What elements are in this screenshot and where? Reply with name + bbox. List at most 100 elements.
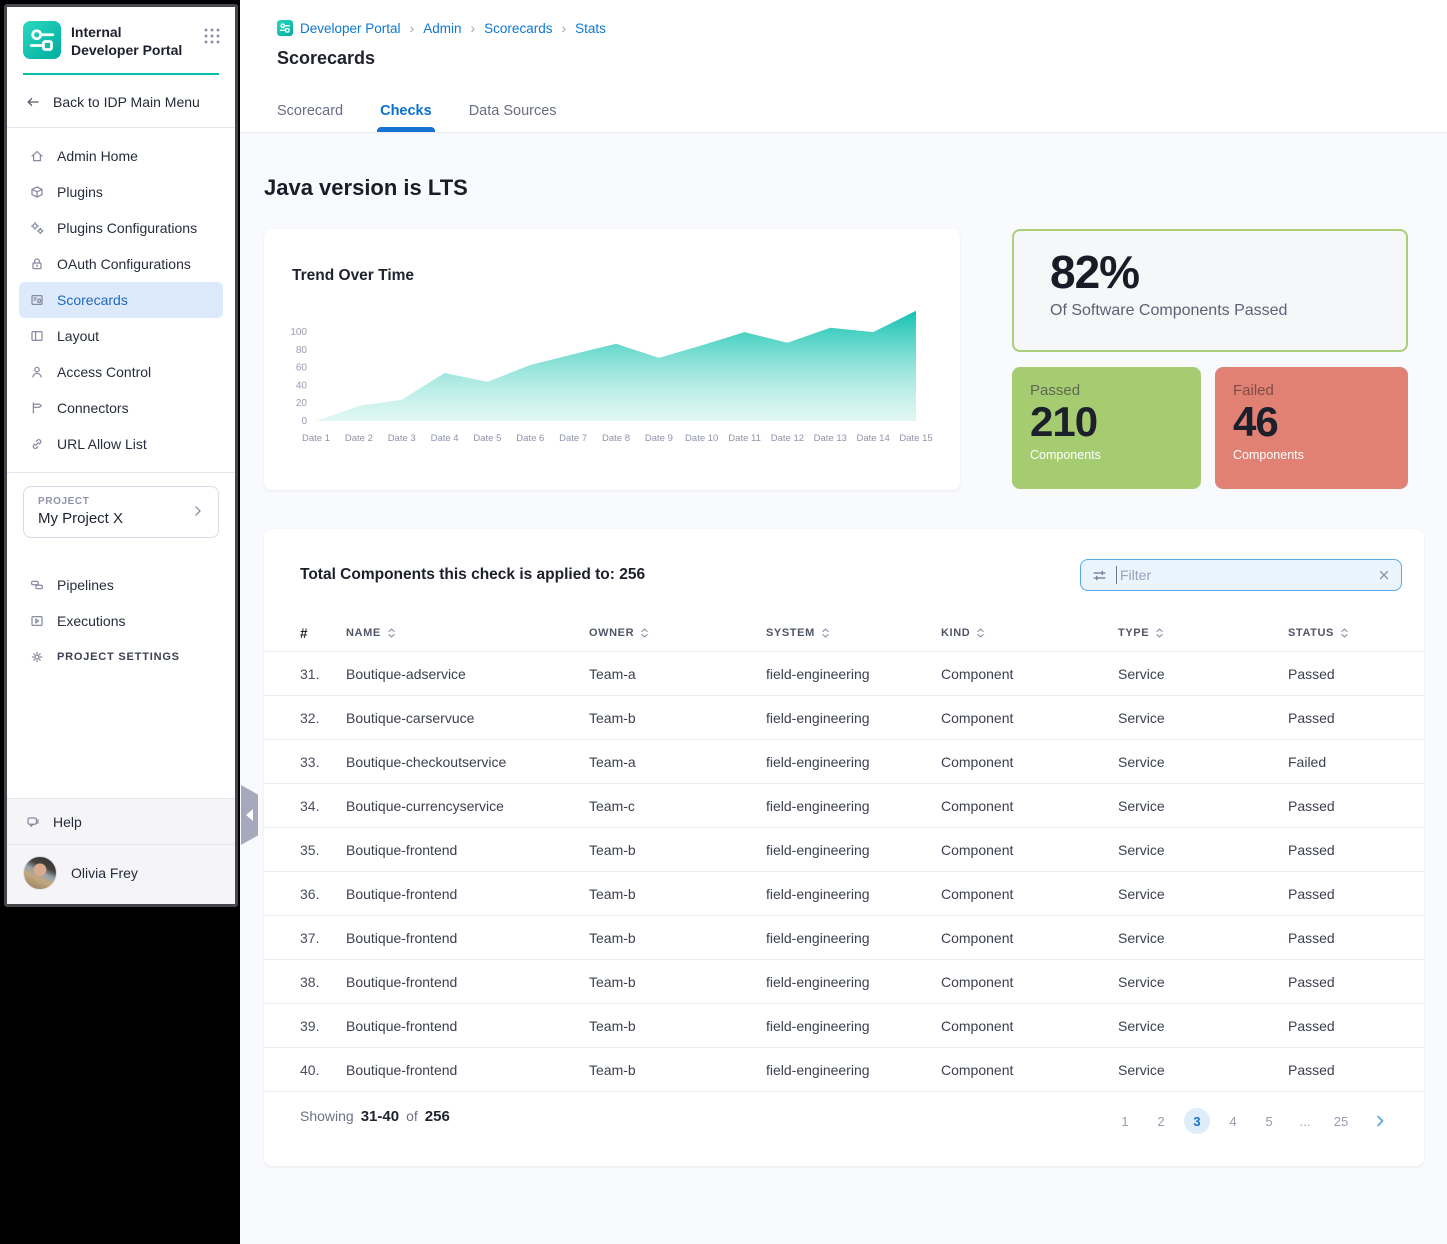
sidebar-item-scorecards[interactable]: Scorecards [19, 282, 223, 318]
tab-checks[interactable]: Checks [380, 103, 432, 132]
failed-value: 46 [1233, 400, 1390, 444]
sidebar-item-label: Scorecards [57, 292, 128, 308]
column-label: KIND [941, 627, 970, 639]
help-label: Help [53, 814, 82, 830]
components-table-card: Total Components this check is applied t… [264, 529, 1424, 1166]
sidebar-item-plugins[interactable]: Plugins [19, 174, 223, 210]
sidebar-item-pipelines[interactable]: Pipelines [19, 567, 223, 603]
sidebar-item-access-control[interactable]: Access Control [19, 354, 223, 390]
svg-text:Date 15: Date 15 [899, 433, 932, 444]
cell-kind: Component [941, 842, 1118, 858]
svg-text:Date 8: Date 8 [602, 433, 630, 444]
table-row[interactable]: 35.Boutique-frontendTeam-bfield-engineer… [264, 827, 1424, 871]
tab-scorecard[interactable]: Scorecard [277, 103, 343, 132]
sidebar-item-label: Executions [57, 613, 125, 629]
cell-owner: Team-c [589, 798, 766, 814]
passed-card: Passed 210 Components [1012, 367, 1201, 489]
next-page-button[interactable] [1372, 1113, 1388, 1129]
page-5[interactable]: 5 [1256, 1108, 1282, 1134]
column-header-kind[interactable]: KIND [941, 627, 1118, 639]
breadcrumb-admin[interactable]: Admin [423, 21, 461, 36]
sort-icon[interactable] [1155, 627, 1164, 639]
cell-type: Service [1118, 930, 1288, 946]
cell-owner: Team-b [589, 1018, 766, 1034]
sort-icon[interactable] [640, 627, 649, 639]
breadcrumb-stats[interactable]: Stats [575, 21, 606, 36]
svg-text:Date 7: Date 7 [559, 433, 587, 444]
sidebar-item-label: PROJECT SETTINGS [57, 651, 180, 663]
column-header-owner[interactable]: OWNER [589, 627, 766, 639]
sidebar-collapse-handle[interactable] [241, 785, 258, 845]
link-icon [29, 436, 45, 452]
sidebar-item-label: Plugins [57, 184, 103, 200]
app-switcher-icon[interactable] [203, 27, 221, 45]
table-row[interactable]: 33.Boutique-checkoutserviceTeam-afield-e… [264, 739, 1424, 783]
sort-icon[interactable] [821, 627, 830, 639]
trend-area-chart: 020406080100Date 1Date 2Date 3Date 4Date… [278, 303, 938, 459]
column-header-status[interactable]: STATUS [1288, 627, 1388, 639]
table-row[interactable]: 38.Boutique-frontendTeam-bfield-engineer… [264, 959, 1424, 1003]
sort-icon[interactable] [1340, 627, 1349, 639]
tab-data-sources[interactable]: Data Sources [469, 103, 557, 132]
gear-icon [29, 649, 45, 665]
filter-box [1080, 559, 1402, 591]
sort-icon[interactable] [387, 627, 396, 639]
table-row[interactable]: 32.Boutique-carservuceTeam-bfield-engine… [264, 695, 1424, 739]
svg-text:Date 5: Date 5 [473, 433, 501, 444]
page-25[interactable]: 25 [1328, 1108, 1354, 1134]
table-row[interactable]: 36.Boutique-frontendTeam-bfield-engineer… [264, 871, 1424, 915]
clear-filter-icon[interactable] [1377, 568, 1391, 582]
table-row[interactable]: 34.Boutique-currencyserviceTeam-cfield-e… [264, 783, 1424, 827]
sidebar-item-executions[interactable]: Executions [19, 603, 223, 639]
sidebar-item-layout[interactable]: Layout [19, 318, 223, 354]
page-1[interactable]: 1 [1112, 1108, 1138, 1134]
cell-type: Service [1118, 1062, 1288, 1078]
cell-status: Passed [1288, 886, 1388, 902]
column-header-type[interactable]: TYPE [1118, 627, 1288, 639]
cell-owner: Team-b [589, 1062, 766, 1078]
cell-status: Passed [1288, 666, 1388, 682]
table-row[interactable]: 39.Boutique-frontendTeam-bfield-engineer… [264, 1003, 1424, 1047]
components-table: #NAMEOWNERSYSTEMKINDTYPESTATUS31.Boutiqu… [264, 615, 1424, 1091]
column-header-name[interactable]: NAME [346, 627, 589, 639]
sidebar-item-project-settings[interactable]: PROJECT SETTINGS [19, 639, 223, 675]
sidebar-item-admin-home[interactable]: Admin Home [19, 138, 223, 174]
help-button[interactable]: Help [7, 799, 235, 844]
table-row[interactable]: 40.Boutique-frontendTeam-bfield-engineer… [264, 1047, 1424, 1091]
breadcrumb-label: Scorecards [484, 21, 552, 36]
page-4[interactable]: 4 [1220, 1108, 1246, 1134]
showing-summary: Showing 31-40 of 256 [300, 1108, 450, 1125]
cell-type: Service [1118, 974, 1288, 990]
cell-status: Passed [1288, 1018, 1388, 1034]
user-menu[interactable]: Olivia Frey [7, 845, 235, 904]
cell-type: Service [1118, 1018, 1288, 1034]
sidebar-item-connectors[interactable]: Connectors [19, 390, 223, 426]
pagination-ellipsis: ... [1292, 1108, 1318, 1134]
cell-status: Passed [1288, 710, 1388, 726]
cell-kind: Component [941, 1018, 1118, 1034]
project-selector[interactable]: PROJECT My Project X [23, 486, 219, 538]
table-toolbar: Total Components this check is applied t… [264, 529, 1424, 591]
sidebar: Internal Developer Portal Back to IDP Ma… [4, 4, 238, 907]
tune-filter-icon[interactable] [1091, 567, 1108, 584]
filter-input[interactable] [1116, 566, 1369, 584]
sidebar-item-url-allow-list[interactable]: URL Allow List [19, 426, 223, 462]
sidebar-item-oauth-configurations[interactable]: OAuth Configurations [19, 246, 223, 282]
cell-kind: Component [941, 974, 1118, 990]
page-3[interactable]: 3 [1184, 1108, 1210, 1134]
back-label: Back to IDP Main Menu [53, 94, 200, 110]
table-title: Total Components this check is applied t… [300, 559, 645, 584]
sidebar-item-plugins-configurations[interactable]: Plugins Configurations [19, 210, 223, 246]
cell-status: Failed [1288, 754, 1388, 770]
sort-icon[interactable] [976, 627, 985, 639]
breadcrumb-developer-portal[interactable]: Developer Portal [277, 20, 401, 36]
trend-card: Trend Over Time 020406080100Date 1Date 2… [264, 229, 960, 490]
svg-text:20: 20 [296, 398, 308, 409]
table-row[interactable]: 37.Boutique-frontendTeam-bfield-engineer… [264, 915, 1424, 959]
page-2[interactable]: 2 [1148, 1108, 1174, 1134]
column-header-system[interactable]: SYSTEM [766, 627, 941, 639]
table-row[interactable]: 31.Boutique-adserviceTeam-afield-enginee… [264, 651, 1424, 695]
cell-name: Boutique-checkoutservice [346, 754, 589, 770]
back-to-idp-main-menu[interactable]: Back to IDP Main Menu [7, 75, 235, 127]
breadcrumb-scorecards[interactable]: Scorecards [484, 21, 552, 36]
